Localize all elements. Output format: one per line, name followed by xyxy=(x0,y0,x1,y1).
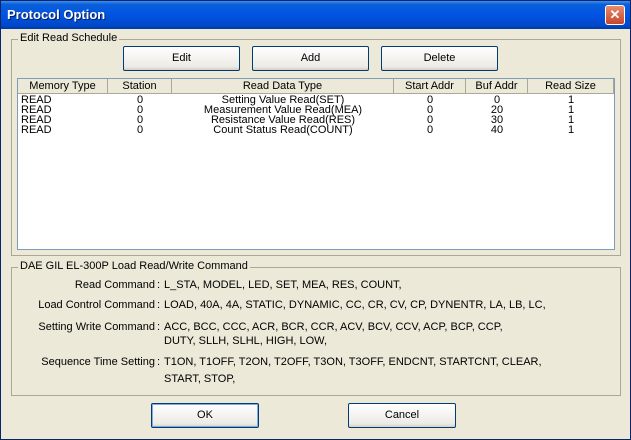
load-control-command-value: LOAD, 40A, 4A, STATIC, DYNAMIC, CC, CR, … xyxy=(164,299,546,311)
read-command-value: L_STA, MODEL, LED, SET, MEA, RES, COUNT, xyxy=(164,279,402,291)
sequence-time-setting-label: Sequence Time Setting xyxy=(41,356,155,368)
load-command-group-label: DAE GIL EL-300P Load Read/Write Command xyxy=(18,260,250,272)
read-command-label: Read Command xyxy=(74,279,155,291)
colon-separator: : xyxy=(157,299,161,311)
column-header-memory-type[interactable]: Memory Type xyxy=(18,79,108,93)
cell-memory-type: READ xyxy=(21,124,52,136)
close-button[interactable]: ✕ xyxy=(605,5,625,25)
setting-write-command-label: Setting Write Command xyxy=(38,321,155,333)
column-header-buf-addr[interactable]: Buf Addr xyxy=(466,79,528,93)
cell-read-size: 1 xyxy=(567,124,575,136)
close-icon: ✕ xyxy=(609,7,621,22)
cell-buf-addr: 40 xyxy=(490,124,504,136)
cell-station: 0 xyxy=(136,124,144,136)
column-header-station[interactable]: Station xyxy=(108,79,172,93)
table-row[interactable]: READ 0 Count Status Read(COUNT) 0 40 1 xyxy=(18,124,614,136)
setting-write-command-value-line2: DUTY, SLLH, SLHL, HIGH, LOW, xyxy=(164,335,328,347)
read-schedule-list[interactable]: Memory Type Station Read Data Type Start… xyxy=(17,78,615,250)
ok-button[interactable]: OK xyxy=(151,403,259,428)
cancel-button[interactable]: Cancel xyxy=(348,403,456,428)
column-header-start-addr[interactable]: Start Addr xyxy=(394,79,466,93)
delete-button[interactable]: Delete xyxy=(381,46,498,71)
edit-read-schedule-label: Edit Read Schedule xyxy=(18,32,120,44)
cell-read-data-type: Count Status Read(COUNT) xyxy=(213,124,353,136)
title-bar[interactable]: Protocol Option ✕ xyxy=(1,1,630,29)
sequence-time-setting-value-line2: START, STOP, xyxy=(164,373,236,385)
add-button[interactable]: Add xyxy=(252,46,369,71)
protocol-option-dialog: Protocol Option ✕ Edit Read Schedule Edi… xyxy=(0,0,631,440)
list-header: Memory Type Station Read Data Type Start… xyxy=(18,79,614,94)
colon-separator: : xyxy=(157,356,161,368)
colon-separator: : xyxy=(157,321,161,333)
column-header-read-data-type[interactable]: Read Data Type xyxy=(172,79,394,93)
colon-separator: : xyxy=(157,279,161,291)
load-control-command-label: Load Control Command xyxy=(38,299,155,311)
cell-start-addr: 0 xyxy=(426,124,434,136)
sequence-time-setting-value-line1: T1ON, T1OFF, T2ON, T2OFF, T3ON, T3OFF, E… xyxy=(164,356,542,368)
setting-write-command-value-line1: ACC, BCC, CCC, ACR, BCR, CCR, ACV, BCV, … xyxy=(164,321,503,333)
edit-button[interactable]: Edit xyxy=(123,46,240,71)
window-title: Protocol Option xyxy=(7,7,106,22)
column-header-read-size[interactable]: Read Size xyxy=(528,79,614,93)
